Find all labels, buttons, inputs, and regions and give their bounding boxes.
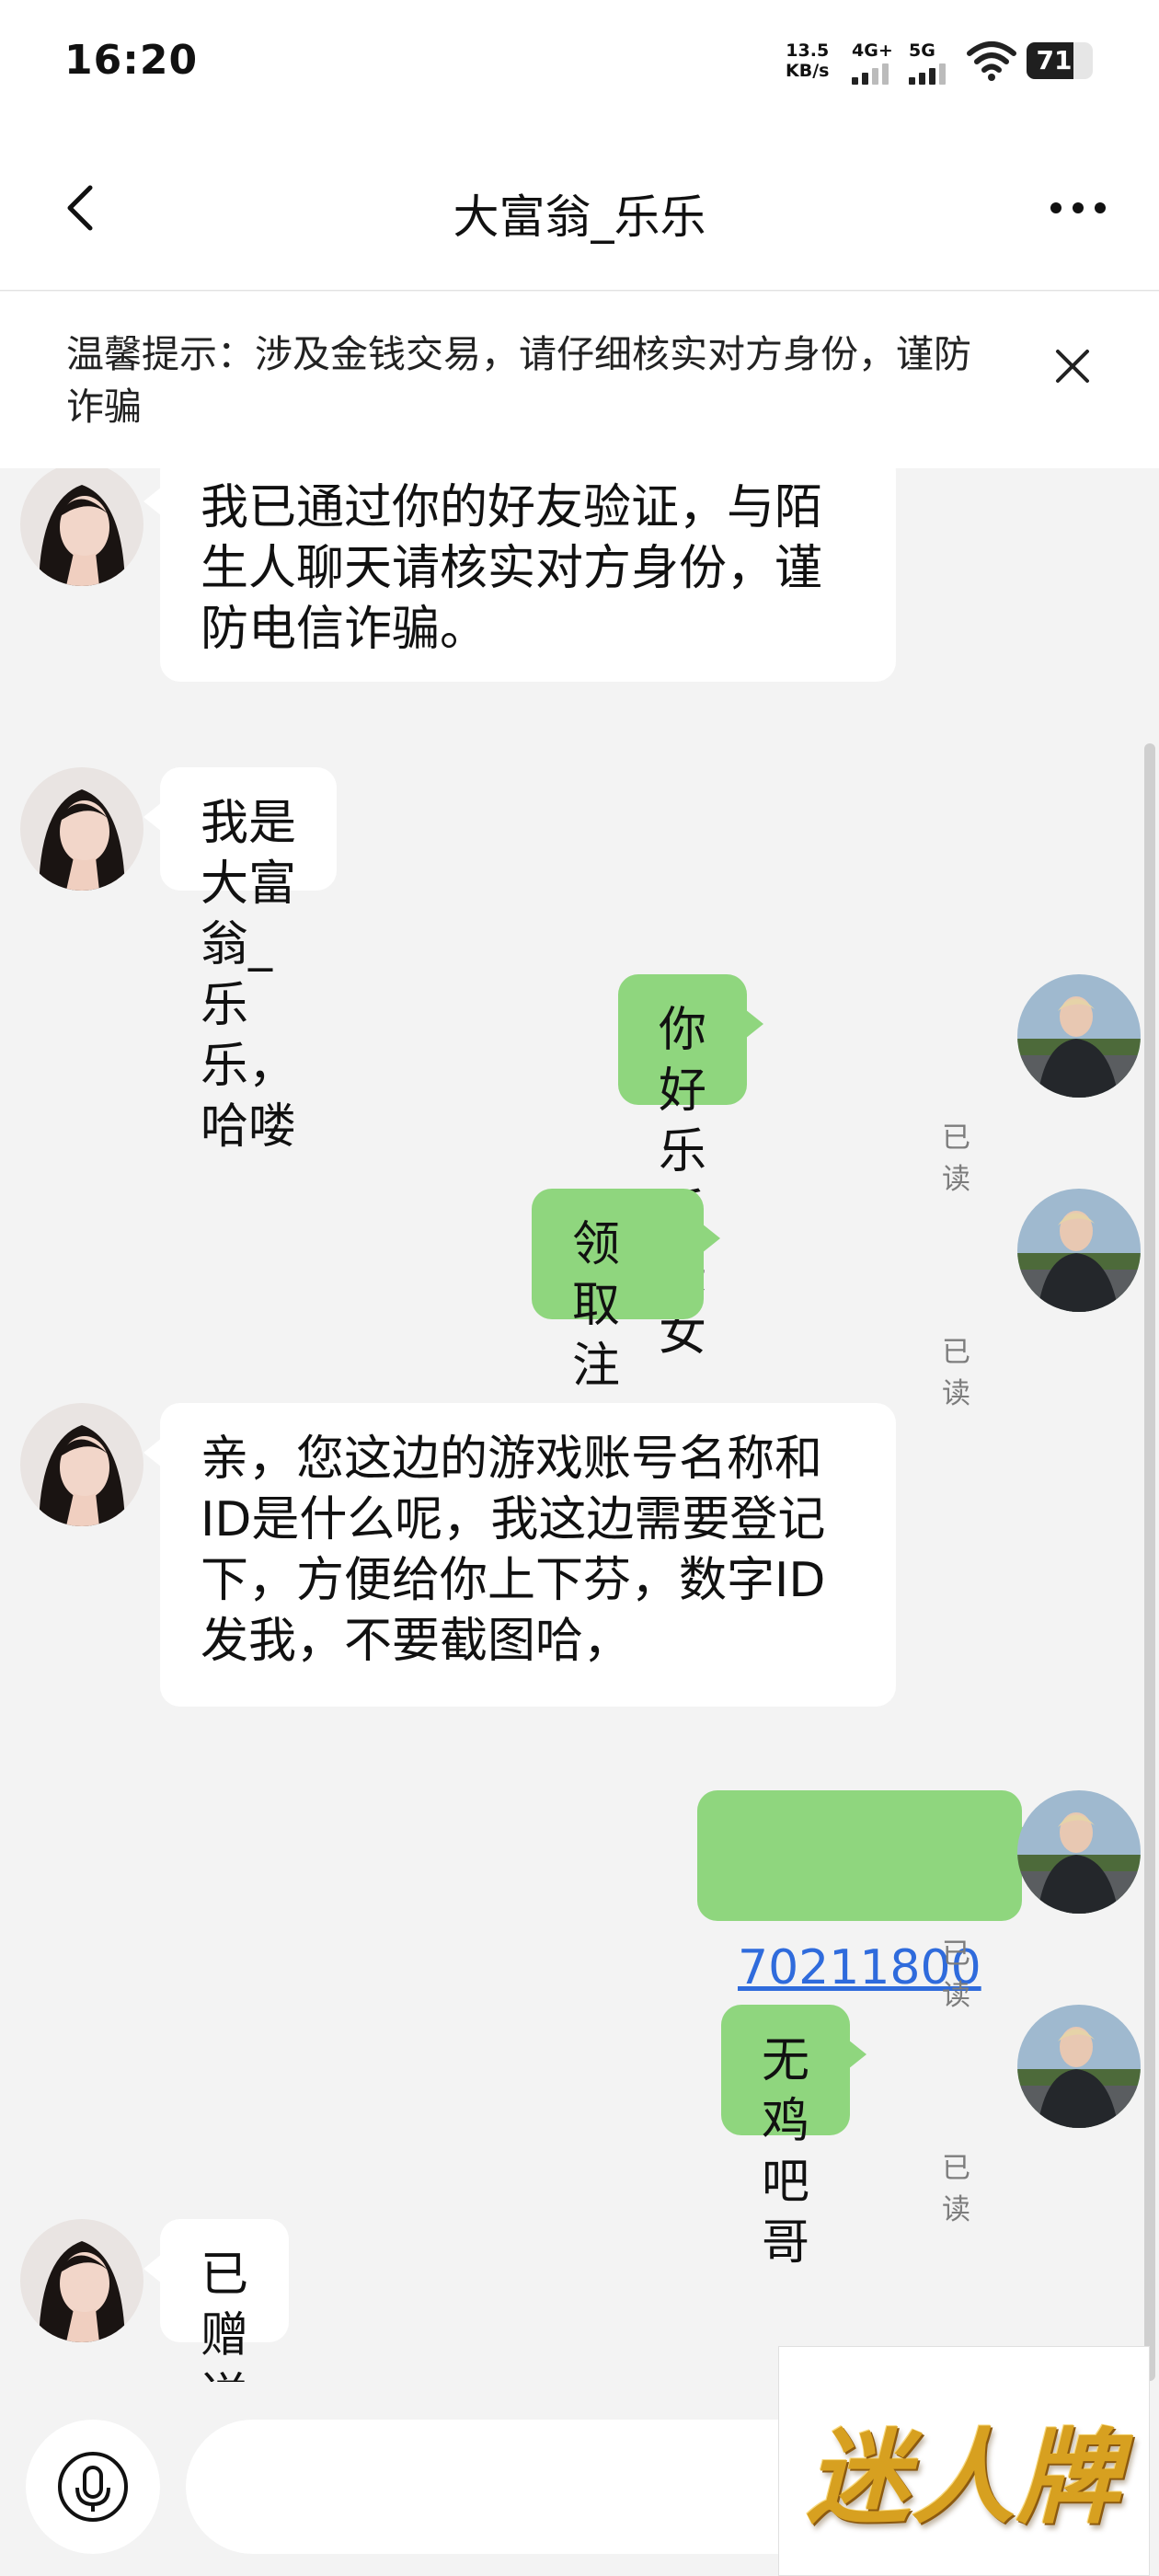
message-bubble[interactable]: 无鸡吧哥 (721, 2005, 867, 2271)
battery-icon: 71 (1027, 42, 1093, 79)
status-bar: 16:20 13.5 KB/s 4G+ 5G 71 (0, 0, 1159, 129)
signal-5g-label: 5G (909, 40, 935, 61)
message-bubble[interactable]: 我是大富翁_乐乐，哈喽 (143, 767, 337, 1155)
wifi-icon (967, 41, 1016, 81)
message-list[interactable]: 我已通过你的好友验证，与陌生人聊天请核实对方身份，谨防电信诈骗。 我是大富翁_乐… (0, 468, 1159, 2382)
more-dots-icon[interactable] (1049, 197, 1107, 219)
contact-avatar-image (20, 1403, 143, 1526)
chat-header: 大富翁_乐乐 (0, 129, 1159, 291)
read-status: 已读 (942, 1121, 970, 1196)
watermark-logo: 迷人牌 (778, 2346, 1150, 2576)
contact-avatar[interactable] (20, 767, 143, 891)
network-speed-value: 13.5 (786, 40, 830, 61)
contact-avatar[interactable] (20, 468, 143, 586)
network-speed-unit: KB/s (786, 61, 830, 81)
contact-avatar-image (20, 767, 143, 891)
my-avatar-image (1017, 1189, 1141, 1312)
message-bubble[interactable]: 领取注册彩金100 (532, 1189, 721, 1637)
status-time: 16:20 (64, 37, 199, 84)
contact-avatar-image (20, 2219, 143, 2342)
my-avatar-image (1017, 2005, 1141, 2128)
close-icon[interactable] (1049, 342, 1096, 390)
my-avatar[interactable] (1017, 2005, 1141, 2128)
read-status: 已读 (942, 1938, 970, 2012)
my-avatar[interactable] (1017, 974, 1141, 1098)
voice-button[interactable] (26, 2420, 160, 2554)
read-status: 已读 (942, 1336, 970, 1410)
fraud-warning-banner: 温馨提示：涉及金钱交易，请仔细核实对方身份，谨防诈骗 (0, 292, 1159, 468)
signal-5g-icon: 5G (909, 40, 955, 85)
my-avatar[interactable] (1017, 1189, 1141, 1312)
message-bubble[interactable]: 70211800 (697, 1790, 1039, 1995)
contact-avatar[interactable] (20, 2219, 143, 2342)
my-avatar-image (1017, 1790, 1141, 1914)
watermark-text: 迷人牌 (807, 2419, 1121, 2538)
battery-level: 71 (1036, 45, 1073, 75)
chat-scrollbar[interactable] (1144, 743, 1155, 2381)
my-avatar[interactable] (1017, 1790, 1141, 1914)
contact-avatar-image (20, 468, 143, 586)
chat-title: 大富翁_乐乐 (453, 190, 706, 244)
message-bubble[interactable]: 亲，您这边的游戏账号名称和ID是什么呢，我这边需要登记下，方便给你上下芬，数字I… (143, 1403, 896, 1707)
message-bubble[interactable]: 我已通过你的好友验证，与陌生人聊天请核实对方身份，谨防电信诈骗。 (143, 468, 896, 682)
signal-4g-label: 4G+ (852, 40, 893, 61)
microphone-icon (58, 2452, 128, 2522)
network-speed: 13.5 KB/s (786, 40, 829, 81)
signal-4g-icon: 4G+ (852, 40, 898, 85)
contact-avatar[interactable] (20, 1403, 143, 1526)
message-bubble[interactable]: 已赠送 (143, 2219, 290, 2382)
message-bubble[interactable]: 你好乐乐美女 (618, 974, 764, 1362)
my-avatar-image (1017, 974, 1141, 1098)
read-status: 已读 (942, 2152, 970, 2226)
warning-text: 温馨提示：涉及金钱交易，请仔细核实对方身份，谨防诈骗 (66, 332, 971, 429)
